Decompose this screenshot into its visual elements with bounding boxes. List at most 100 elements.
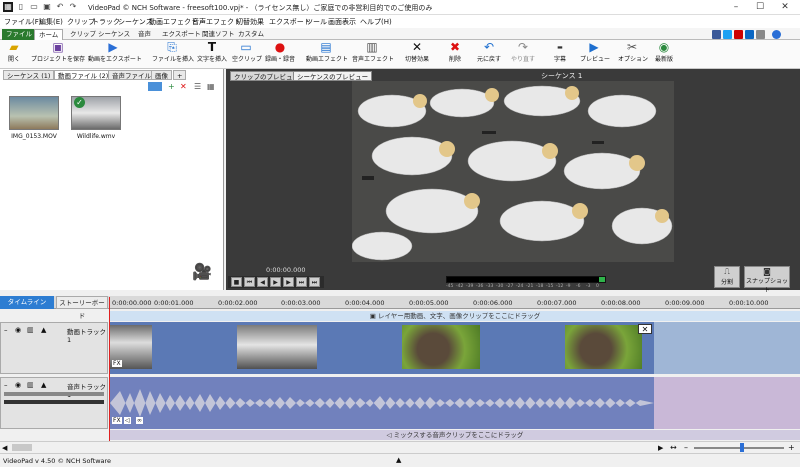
- menu-audio-effects[interactable]: 音声エフェクト: [192, 17, 241, 27]
- view-toggle-icon[interactable]: [148, 82, 162, 91]
- undo-button[interactable]: ↶ 元に戻す: [474, 41, 504, 68]
- zoom-slider[interactable]: [694, 447, 784, 449]
- bin-tab-audio-files[interactable]: 音声ファイル: [108, 70, 155, 80]
- zoom-in-icon[interactable]: +: [788, 443, 795, 452]
- preview-button[interactable]: ▶ プレビュー: [580, 41, 610, 68]
- tab-related-software[interactable]: 関連ソフト: [198, 29, 239, 40]
- tab-custom[interactable]: カスタム: [234, 29, 268, 40]
- transition-marker-icon[interactable]: ✕: [638, 324, 652, 334]
- bin-tab-images[interactable]: 画像: [151, 70, 172, 80]
- menu-help[interactable]: ヘルプ(H): [360, 17, 392, 27]
- subtitle-button[interactable]: ▬ 字幕: [550, 41, 570, 68]
- mute-icon[interactable]: ◉: [15, 381, 21, 389]
- menu-export[interactable]: エクスポート: [269, 17, 311, 27]
- link-icon[interactable]: ∞: [136, 417, 143, 424]
- video-effects-button[interactable]: ▤ 動画エフェクト: [306, 41, 348, 68]
- audio-fx-badge[interactable]: FX: [112, 417, 122, 424]
- stop-icon[interactable]: ■: [231, 277, 242, 287]
- panel-toggle-icon[interactable]: ▲: [396, 456, 401, 464]
- menu-clip[interactable]: クリップ: [67, 17, 95, 27]
- menu-tools[interactable]: ツール: [306, 17, 327, 27]
- export-video-button[interactable]: ▶ 動画をエクスポート: [88, 41, 142, 68]
- delete-button[interactable]: ✖ 削除: [445, 41, 465, 68]
- grid-view-icon[interactable]: ▦: [207, 82, 215, 91]
- skip-end-icon[interactable]: ⏭: [309, 277, 320, 287]
- tab-sequence-preview[interactable]: シーケンスのプレビュー: [293, 71, 373, 81]
- menu-transitions[interactable]: 切替効果: [236, 17, 264, 27]
- prev-frame-icon[interactable]: ◀: [257, 277, 268, 287]
- linkedin-icon[interactable]: [745, 30, 754, 39]
- zoom-thumb[interactable]: [740, 443, 744, 452]
- scroll-right-icon[interactable]: ▶: [658, 444, 663, 452]
- facebook-icon[interactable]: [712, 30, 721, 39]
- add-media-icon[interactable]: +: [168, 82, 175, 91]
- lock-icon[interactable]: ▥: [27, 381, 34, 389]
- menu-sequence[interactable]: シーケンス: [118, 17, 153, 27]
- save-quick-icon[interactable]: ▣: [42, 2, 52, 12]
- video-clip[interactable]: [565, 325, 642, 369]
- zoom-out-icon[interactable]: –: [684, 443, 688, 452]
- audio-drop-zone[interactable]: ◁ ミックスする音声クリップをここにドラッグ: [110, 430, 800, 440]
- redo-quick-icon[interactable]: ↷: [68, 2, 78, 12]
- save-project-button[interactable]: ▣ プロジェクトを保存: [30, 41, 86, 68]
- bin-tab-sequences[interactable]: シーケンス (1): [3, 70, 55, 80]
- overlay-drop-zone[interactable]: ▣ レイヤー用動画、文字、画像クリップをここにドラッグ: [110, 311, 800, 321]
- twitter-icon[interactable]: [723, 30, 732, 39]
- transition-button[interactable]: ✕ 切替効果: [402, 41, 432, 68]
- record-button[interactable]: ● 録画・録音: [263, 41, 297, 68]
- scroll-left-icon[interactable]: ◀: [2, 444, 10, 452]
- help-circle-icon[interactable]: [772, 30, 781, 39]
- speaker-icon[interactable]: ◁: [124, 417, 131, 424]
- fx-badge[interactable]: FX: [112, 360, 122, 367]
- video-clip[interactable]: [237, 325, 317, 369]
- remove-media-icon[interactable]: ✕: [180, 82, 187, 91]
- maximize-button[interactable]: ☐: [749, 1, 771, 14]
- menu-track[interactable]: トラック: [92, 17, 120, 27]
- collapse-icon[interactable]: –: [4, 381, 8, 389]
- split-button[interactable]: ⎍ 分割: [714, 266, 740, 288]
- menu-view[interactable]: 画面表示: [328, 17, 356, 27]
- close-button[interactable]: ✕: [774, 1, 796, 14]
- audio-effects-button[interactable]: ▥ 音声エフェクト: [352, 41, 394, 68]
- insert-file-button[interactable]: ⎘ ファイルを挿入: [152, 41, 194, 68]
- tab-home[interactable]: ホーム: [34, 29, 64, 40]
- video-clip[interactable]: [402, 325, 480, 369]
- volume-slider[interactable]: [4, 392, 104, 396]
- scroll-thumb[interactable]: [12, 444, 32, 451]
- open-file-icon[interactable]: ▭: [29, 2, 39, 12]
- tab-storyboard[interactable]: ストーリーボード: [56, 296, 108, 320]
- options-button[interactable]: ✂ オプション: [618, 41, 648, 68]
- minimize-button[interactable]: –: [725, 1, 747, 14]
- collapse-icon[interactable]: –: [4, 326, 8, 334]
- skip-next-icon[interactable]: ⏭: [296, 277, 307, 287]
- undo-quick-icon[interactable]: ↶: [55, 2, 65, 12]
- redo-button[interactable]: ↷ やり直す: [508, 41, 538, 68]
- bin-tab-add[interactable]: +: [173, 70, 187, 80]
- media-item[interactable]: ✓ Wildlife.wmv: [66, 96, 126, 140]
- eye-icon[interactable]: ◉: [15, 326, 21, 334]
- open-button[interactable]: ▰ 開く: [4, 41, 24, 68]
- menu-video-effects[interactable]: 動画エフェクト: [149, 17, 198, 27]
- menu-edit[interactable]: 編集(E): [39, 17, 63, 27]
- new-file-icon[interactable]: ▯: [16, 2, 26, 12]
- bin-tab-video-files[interactable]: 動画ファイル (2): [54, 70, 113, 80]
- audio-track[interactable]: FX ◁ ∞: [110, 377, 654, 429]
- tab-sequence[interactable]: シーケンス: [94, 29, 134, 40]
- zoom-fit-icon[interactable]: ↔: [670, 443, 677, 452]
- tab-audio[interactable]: 音声: [134, 29, 155, 40]
- lock-icon[interactable]: ▥: [27, 326, 34, 334]
- next-frame-icon[interactable]: ▶: [283, 277, 294, 287]
- update-button[interactable]: ◉ 最新版: [652, 41, 676, 68]
- list-view-icon[interactable]: ☰: [194, 82, 201, 91]
- blank-clip-button[interactable]: ▭ 空クリップ: [232, 41, 262, 68]
- track-menu-icon[interactable]: ▲: [41, 326, 46, 334]
- pan-slider[interactable]: [4, 400, 104, 404]
- youtube-icon[interactable]: [734, 30, 743, 39]
- tab-file[interactable]: ファイル: [2, 29, 36, 40]
- snapshot-button[interactable]: ◙ スナップショット: [744, 266, 790, 294]
- video-clip[interactable]: FX: [110, 325, 152, 369]
- menu-file[interactable]: ファイル(F): [4, 17, 42, 27]
- timeline-scrollbar[interactable]: ◀ ▶ ↔ – +: [0, 441, 800, 453]
- skip-start-icon[interactable]: ⏮: [244, 277, 255, 287]
- share-icon[interactable]: [756, 30, 765, 39]
